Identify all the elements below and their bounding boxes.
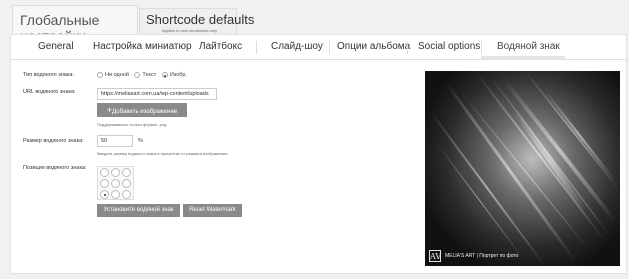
radio-none[interactable] — [97, 72, 103, 78]
position-middle-left[interactable] — [100, 179, 109, 188]
watermark-type-label: Тип водяного знака: — [23, 72, 74, 78]
tab-shortcode-defaults-label: Shortcode defaults — [146, 12, 255, 27]
watermark-url-input[interactable]: https://meliasart.com.ua/wp-content/uplo… — [97, 88, 217, 100]
subtab-thumbnails[interactable]: Настройка миниатюр — [93, 41, 192, 52]
watermark-logo: AV — [429, 250, 442, 262]
watermark-size-input[interactable]: 50 — [97, 135, 133, 147]
watermark-position-label: Позиция водяного знака: — [23, 165, 87, 171]
radio-text[interactable] — [134, 72, 141, 78]
subnav-separator — [481, 41, 482, 54]
position-top-left[interactable] — [100, 168, 109, 177]
watermark-size-unit: % — [138, 138, 143, 144]
preview-watermark: AV MELIA'S ART | Портрет по фото — [425, 248, 620, 266]
watermark-caption: MELIA'S ART | Портрет по фото — [445, 253, 519, 259]
subtab-social-options[interactable]: Social options — [418, 41, 480, 52]
settings-panel: General Настройка миниатюр Лайтбокс Слай… — [10, 34, 627, 274]
url-hint: Поддерживается только формат .png. — [97, 122, 168, 127]
radio-none-label: Ни одной — [105, 72, 129, 78]
subtab-watermark[interactable]: Водяной знак — [497, 41, 560, 52]
radio-image[interactable] — [161, 72, 168, 78]
subtab-lightbox[interactable]: Лайтбокс — [199, 41, 242, 52]
position-middle-right[interactable] — [122, 179, 131, 188]
watermark-type-options: Ни одной Текст Изобр. — [97, 72, 191, 80]
tab-shortcode-defaults-note: Applies to new shortcodes only — [162, 28, 218, 33]
set-watermark-button[interactable]: Установите водяной знак — [97, 204, 180, 217]
subtab-general[interactable]: General — [38, 41, 74, 52]
subnav-separator — [329, 41, 330, 54]
settings-subnav: General Настройка миниатюр Лайтбокс Слай… — [11, 35, 626, 60]
add-image-button-label: Добавить изображение — [112, 109, 178, 115]
top-tabs-bar: Глобальные настройки Shortcode defaults … — [0, 0, 629, 44]
size-hint: Введите размер водяного знака в процента… — [97, 151, 229, 156]
watermark-url-label: URL водяного знака: — [23, 89, 76, 95]
watermark-preview: AV MELIA'S ART | Портрет по фото — [425, 71, 620, 266]
preview-image — [425, 71, 620, 266]
subtab-album-options[interactable]: Опции альбома — [337, 41, 410, 52]
position-bottom-center[interactable] — [111, 190, 120, 199]
position-top-center[interactable] — [111, 168, 120, 177]
tab-shortcode-defaults[interactable]: Shortcode defaults Applies to new shortc… — [139, 8, 254, 36]
position-top-right[interactable] — [122, 168, 131, 177]
radio-image-label: Изобр. — [169, 72, 188, 78]
subtab-slideshow[interactable]: Слайд-шоу — [271, 41, 323, 52]
add-image-button[interactable]: +Добавить изображение — [97, 103, 187, 117]
radio-text-label: Текст — [142, 72, 157, 78]
position-bottom-left[interactable] — [100, 190, 109, 199]
watermark-position-grid — [97, 166, 134, 200]
reset-watermark-button[interactable]: Reset Watermark — [183, 204, 242, 217]
position-bottom-right[interactable] — [122, 190, 131, 199]
tab-global-settings[interactable]: Глобальные настройки — [12, 5, 138, 44]
subnav-separator — [407, 41, 408, 54]
subnav-separator — [256, 41, 257, 54]
active-tab-indicator — [481, 56, 565, 59]
watermark-size-label: Размер водяного знака: — [23, 138, 84, 144]
position-middle-center[interactable] — [111, 179, 120, 188]
